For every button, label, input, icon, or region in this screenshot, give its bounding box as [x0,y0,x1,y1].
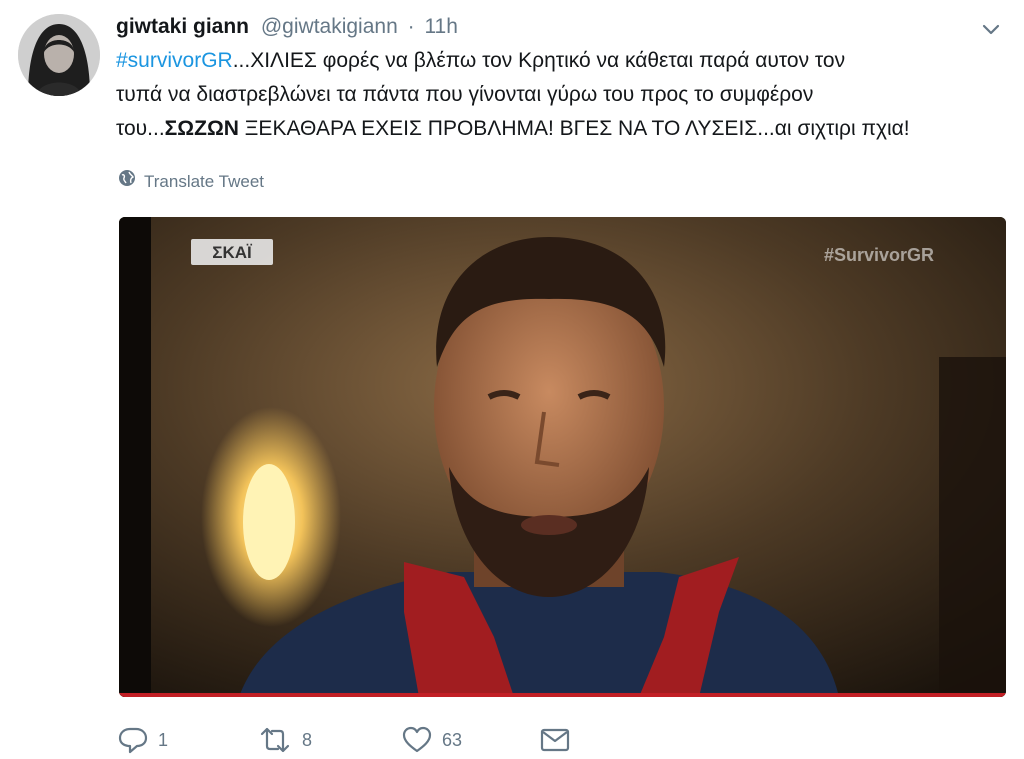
like-count: 63 [442,729,463,750]
reply-count: 1 [158,729,169,750]
tweet-line-3-start: του... [116,117,165,140]
envelope-icon [540,727,570,753]
reply-icon [118,726,148,754]
hashtag-link[interactable]: #survivorGR [116,49,233,72]
heart-icon [402,726,432,754]
tweet-line-2: τυπά να διαστρεβλώνει τα πάντα που γίνον… [116,83,814,106]
display-name[interactable]: giwtaki giann [116,15,249,38]
tweet-media-image[interactable]: ΣΚΑΪ #SurvivorGR [119,217,1006,697]
tweet-header: giwtaki giann @giwtakigiann · 11h [116,12,458,42]
retweet-button[interactable]: 8 [258,724,312,756]
translate-tweet-link[interactable]: Translate Tweet [118,169,264,194]
globe-icon [118,169,136,194]
reply-button[interactable]: 1 [118,724,168,756]
tweet-line-3-end: ΞΕΚΑΘΑΡΑ ΕΧΕΙΣ ΠΡΟΒΛΗΜΑ! ΒΓΕΣ ΝΑ ΤΟ ΛΥΣΕ… [238,117,910,140]
tweet-line-1: ...ΧΙΛΙΕΣ φορές να βλέπω τον Κρητικό να … [232,49,846,72]
direct-message-button[interactable] [540,724,570,756]
avatar[interactable] [18,14,100,96]
watermark: #SurvivorGR [824,245,934,265]
user-handle[interactable]: @giwtakigiann [261,15,398,38]
retweet-count: 8 [302,729,313,750]
like-button[interactable]: 63 [402,724,462,756]
tweet-bold-word: ΣΩΖΩΝ [164,117,239,140]
tweet-text: #survivorGR...ΧΙΛΙΕΣ φορές να βλέπω τον … [116,44,996,146]
tweet-actions: 1 8 63 [118,724,618,756]
separator-dot: · [407,15,415,38]
timestamp[interactable]: 11h [424,15,457,38]
translate-label: Translate Tweet [144,171,265,191]
retweet-icon [258,726,292,754]
channel-logo: ΣΚΑΪ [212,243,253,262]
chevron-down-icon[interactable] [978,16,1004,42]
